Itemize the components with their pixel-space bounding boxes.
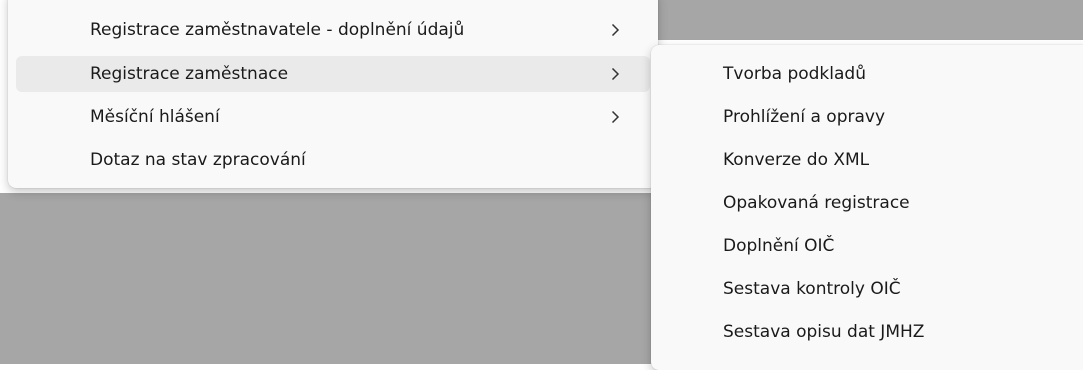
submenu-item-label: Sestava kontroly OIČ: [723, 279, 901, 299]
menu-item-label: Registrace zaměstnace: [90, 64, 289, 84]
submenu-item-sestava-opisu-dat-jmhz[interactable]: Sestava opisu dat JMHZ: [659, 314, 1083, 350]
menu-item-mesicni-hlaseni[interactable]: Měsíční hlášení: [16, 99, 650, 135]
submenu-item-prohlizeni-a-opravy[interactable]: Prohlížení a opravy: [659, 99, 1083, 135]
chevron-right-icon: [611, 110, 620, 124]
menu-item-label: Měsíční hlášení: [90, 107, 220, 127]
menu-item-label: Registrace zaměstnavatele - doplnění úda…: [90, 20, 465, 40]
menu-item-dotaz-na-stav[interactable]: Dotaz na stav zpracování: [16, 142, 650, 178]
submenu-item-label: Doplnění OIČ: [723, 236, 835, 256]
background-window-top: [658, 0, 1083, 40]
submenu-item-sestava-kontroly-oic[interactable]: Sestava kontroly OIČ: [659, 271, 1083, 307]
submenu-item-tvorba-podkladu[interactable]: Tvorba podkladů: [659, 56, 1083, 92]
menu-item-registrace-zamestnance[interactable]: Registrace zaměstnace: [16, 56, 650, 92]
chevron-right-icon: [611, 67, 620, 81]
submenu: Tvorba podkladů Prohlížení a opravy Konv…: [651, 45, 1083, 370]
context-menu: Registrace zaměstnavatele - doplnění úda…: [8, 0, 658, 188]
submenu-item-label: Sestava opisu dat JMHZ: [723, 322, 925, 342]
background-window: [0, 193, 658, 364]
submenu-item-konverze-do-xml[interactable]: Konverze do XML: [659, 142, 1083, 178]
menu-item-label: Dotaz na stav zpracování: [90, 150, 306, 170]
submenu-item-label: Opakovaná registrace: [723, 193, 910, 213]
submenu-item-label: Prohlížení a opravy: [723, 107, 886, 127]
submenu-item-doplneni-oic[interactable]: Doplnění OIČ: [659, 228, 1083, 264]
submenu-item-opakovana-registrace[interactable]: Opakovaná registrace: [659, 185, 1083, 221]
submenu-item-label: Konverze do XML: [723, 150, 870, 170]
menu-item-registrace-zamestnavatele[interactable]: Registrace zaměstnavatele - doplnění úda…: [16, 12, 650, 48]
submenu-item-label: Tvorba podkladů: [723, 64, 866, 84]
chevron-right-icon: [611, 23, 620, 37]
